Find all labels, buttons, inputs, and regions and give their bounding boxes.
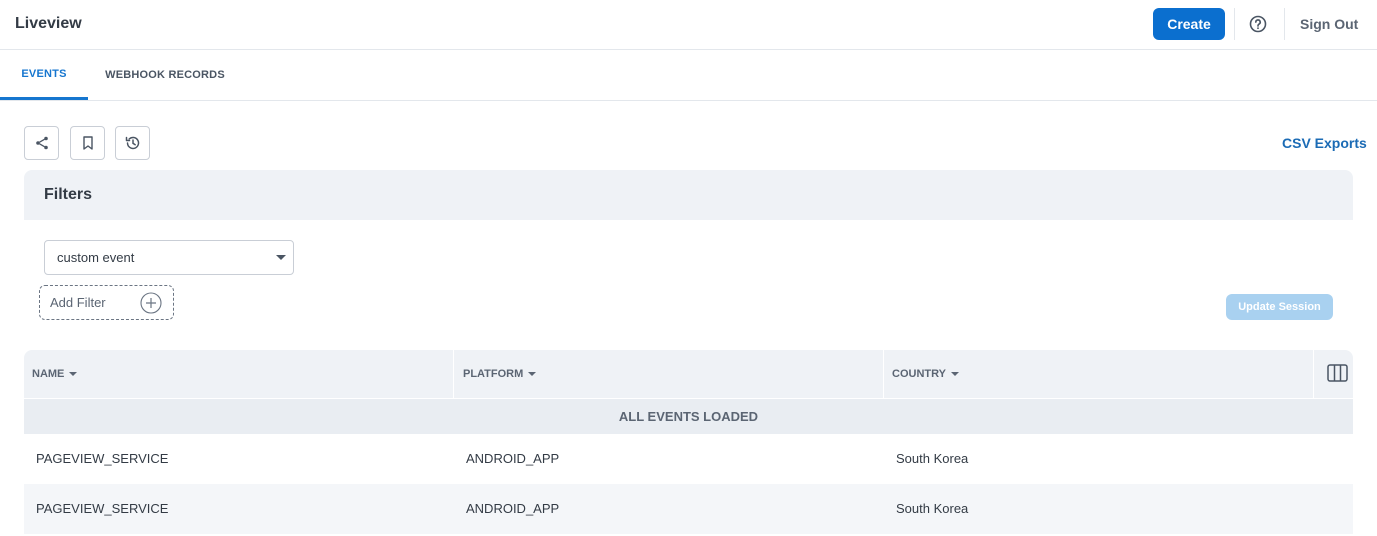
history-button[interactable] <box>115 126 150 160</box>
cell-country: South Korea <box>896 501 969 516</box>
table-row[interactable]: PAGEVIEW_SERVICE ANDROID_APP South Korea <box>24 484 1353 534</box>
update-session-button[interactable]: Update Session <box>1226 294 1333 320</box>
help-icon[interactable] <box>1249 15 1267 33</box>
share-button[interactable] <box>24 126 59 160</box>
table-row[interactable]: PAGEVIEW_SERVICE ANDROID_APP South Korea <box>24 434 1353 484</box>
sort-caret-icon <box>950 372 959 376</box>
filters-panel-header: Filters <box>24 170 1353 220</box>
column-header-name[interactable]: NAME <box>32 350 78 398</box>
column-divider <box>453 350 454 398</box>
divider <box>1284 8 1285 40</box>
plus-circle-icon <box>140 292 162 314</box>
cell-name: PAGEVIEW_SERVICE <box>36 451 169 466</box>
create-button[interactable]: Create <box>1153 8 1225 40</box>
top-bar: Liveview Create Sign Out <box>0 0 1377 50</box>
column-label: COUNTRY <box>892 368 946 380</box>
bookmark-icon <box>82 136 93 150</box>
sort-caret-icon <box>528 372 537 376</box>
bookmark-button[interactable] <box>70 126 105 160</box>
event-type-select[interactable]: custom event <box>44 240 294 275</box>
cell-platform: ANDROID_APP <box>466 501 560 516</box>
column-divider <box>1313 350 1314 398</box>
table-header: NAME PLATFORM COUNTRY <box>24 350 1353 398</box>
app-title: Liveview <box>15 15 82 32</box>
column-header-platform[interactable]: PLATFORM <box>463 350 537 398</box>
columns-icon[interactable] <box>1327 364 1348 382</box>
tab-webhook-records[interactable]: WEBHOOK RECORDS <box>100 50 230 100</box>
cell-platform: ANDROID_APP <box>466 451 560 466</box>
tab-bar: EVENTS WEBHOOK RECORDS <box>0 50 1377 101</box>
csv-exports-link[interactable]: CSV Exports <box>1282 135 1367 151</box>
cell-name: PAGEVIEW_SERVICE <box>36 501 169 516</box>
history-icon <box>125 136 139 150</box>
column-label: NAME <box>32 368 65 380</box>
event-type-value: custom event <box>57 250 135 265</box>
add-filter-button[interactable]: Add Filter <box>39 285 174 320</box>
filters-title: Filters <box>44 186 93 203</box>
cell-country: South Korea <box>896 451 969 466</box>
sign-out-link[interactable]: Sign Out <box>1300 16 1358 32</box>
chevron-down-icon <box>276 255 286 260</box>
column-header-country[interactable]: COUNTRY <box>892 350 959 398</box>
divider <box>1234 8 1235 40</box>
add-filter-label: Add Filter <box>50 295 106 310</box>
sort-caret-icon <box>69 372 78 376</box>
all-events-loaded-status: ALL EVENTS LOADED <box>24 399 1353 434</box>
tab-events[interactable]: EVENTS <box>0 50 88 100</box>
column-label: PLATFORM <box>463 368 524 380</box>
column-divider <box>883 350 884 398</box>
share-icon <box>35 136 48 150</box>
